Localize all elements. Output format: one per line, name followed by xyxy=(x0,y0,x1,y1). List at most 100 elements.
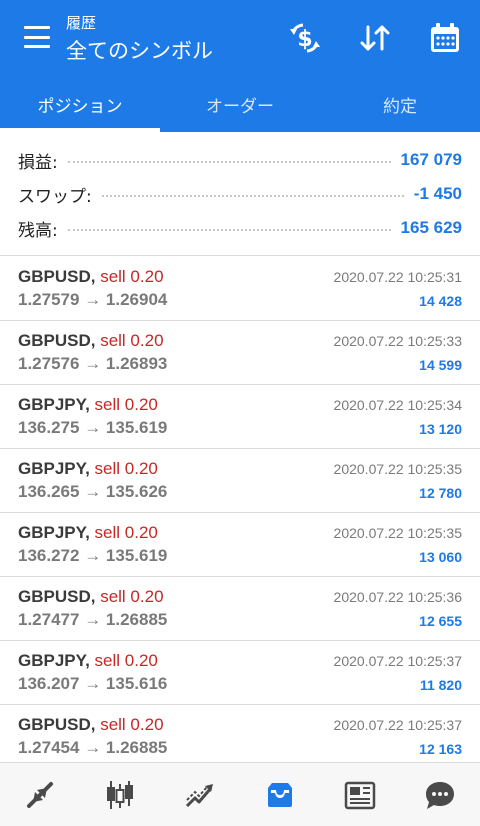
chat-icon xyxy=(426,781,454,809)
balance-row: 残高: 165 629 xyxy=(18,211,462,245)
position-symbol: GBPUSD, xyxy=(18,715,96,734)
position-profit: 12 655 xyxy=(419,613,462,629)
position-profit: 12 163 xyxy=(419,741,462,757)
svg-text:$: $ xyxy=(297,27,312,52)
current-price: 1.26904 xyxy=(105,290,168,309)
open-time: 2020.07.22 10:25:36 xyxy=(333,589,462,605)
position-side: sell 0.20 xyxy=(100,587,164,606)
position-symbol: GBPJPY, xyxy=(18,459,90,478)
nav-trade[interactable] xyxy=(160,763,240,826)
position-side: sell 0.20 xyxy=(100,267,164,286)
page-title[interactable]: 全てのシンボル xyxy=(66,35,213,65)
current-price: 1.26885 xyxy=(105,738,168,757)
position-row[interactable]: GBPUSD, sell 0.20 1.27576 → 1.26893 2020… xyxy=(0,321,480,385)
calendar-icon[interactable] xyxy=(427,20,463,56)
position-side: sell 0.20 xyxy=(94,523,158,542)
current-price: 135.619 xyxy=(105,418,168,437)
arrow-icon: → xyxy=(84,546,102,565)
tab-positions[interactable]: ポジション xyxy=(0,76,160,132)
position-row[interactable]: GBPUSD, sell 0.20 1.27454 → 1.26885 2020… xyxy=(0,705,480,769)
open-price: 1.27579 xyxy=(18,290,80,309)
page-subtitle: 履歴 xyxy=(66,14,97,32)
position-symbol: GBPUSD, xyxy=(18,331,96,350)
arrow-icon: → xyxy=(84,738,102,757)
position-side: sell 0.20 xyxy=(100,331,164,350)
nav-history[interactable] xyxy=(240,763,320,826)
profit-label: 損益: xyxy=(18,152,58,173)
open-time: 2020.07.22 10:25:33 xyxy=(333,333,462,349)
position-side: sell 0.20 xyxy=(100,715,164,734)
position-profit: 14 428 xyxy=(419,293,462,309)
arrow-icon: → xyxy=(84,418,102,437)
balance-label: 残高: xyxy=(18,220,58,241)
position-row[interactable]: GBPJPY, sell 0.20 136.265 → 135.626 2020… xyxy=(0,449,480,513)
position-symbol: GBPJPY, xyxy=(18,395,90,414)
current-price: 1.26893 xyxy=(105,354,168,373)
open-price: 1.27576 xyxy=(18,354,80,373)
menu-icon[interactable] xyxy=(24,26,50,48)
tab-deals[interactable]: 約定 xyxy=(320,76,480,132)
position-symbol: GBPJPY, xyxy=(18,651,90,670)
open-time: 2020.07.22 10:25:31 xyxy=(333,269,462,285)
candlestick-chart-icon xyxy=(107,780,133,809)
arrow-icon: → xyxy=(84,610,102,629)
bottom-navigation xyxy=(0,762,480,826)
open-price: 136.207 xyxy=(18,674,80,693)
app-bar: 履歴 全てのシンボル $ ポジション オーダー 約定 xyxy=(0,0,480,132)
position-symbol: GBPJPY, xyxy=(18,523,90,542)
tab-bar: ポジション オーダー 約定 xyxy=(0,76,480,132)
news-icon xyxy=(344,781,376,809)
current-price: 135.616 xyxy=(105,674,168,693)
nav-quotes[interactable] xyxy=(0,763,80,826)
tab-orders[interactable]: オーダー xyxy=(160,76,320,132)
profit-value: 167 079 xyxy=(400,150,462,169)
swap-value: -1 450 xyxy=(413,184,462,203)
open-time: 2020.07.22 10:25:34 xyxy=(333,397,462,413)
position-row[interactable]: GBPJPY, sell 0.20 136.272 → 135.619 2020… xyxy=(0,513,480,577)
open-price: 136.272 xyxy=(18,546,80,565)
position-symbol: GBPUSD, xyxy=(18,587,96,606)
nav-news[interactable] xyxy=(320,763,400,826)
open-price: 136.275 xyxy=(18,418,80,437)
position-symbol: GBPUSD, xyxy=(18,267,96,286)
position-profit: 14 599 xyxy=(419,357,462,373)
arrow-icon: → xyxy=(84,354,102,373)
position-profit: 12 780 xyxy=(419,485,462,501)
position-side: sell 0.20 xyxy=(94,395,158,414)
arrow-icon: → xyxy=(84,482,102,501)
arrow-icon: → xyxy=(84,674,102,693)
position-row[interactable]: GBPJPY, sell 0.20 136.275 → 135.619 2020… xyxy=(0,385,480,449)
current-price: 135.626 xyxy=(105,482,168,501)
dotted-leader xyxy=(101,195,404,197)
quotes-icon xyxy=(27,781,53,808)
position-row[interactable]: GBPUSD, sell 0.20 1.27477 → 1.26885 2020… xyxy=(0,577,480,641)
position-row[interactable]: GBPUSD, sell 0.20 1.27579 → 1.26904 2020… xyxy=(0,257,480,321)
swap-row: スワップ: -1 450 xyxy=(18,177,462,211)
balance-value: 165 629 xyxy=(400,218,462,237)
profit-row: 損益: 167 079 xyxy=(18,143,462,177)
position-side: sell 0.20 xyxy=(94,651,158,670)
dotted-leader xyxy=(67,229,391,231)
open-time: 2020.07.22 10:25:35 xyxy=(333,525,462,541)
position-profit: 13 120 xyxy=(419,421,462,437)
arrow-icon: → xyxy=(84,290,102,309)
nav-chat[interactable] xyxy=(400,763,480,826)
history-inbox-icon xyxy=(268,782,292,807)
open-price: 1.27477 xyxy=(18,610,80,629)
position-row[interactable]: GBPJPY, sell 0.20 136.207 → 135.616 2020… xyxy=(0,641,480,705)
sort-icon[interactable] xyxy=(357,20,393,56)
nav-charts[interactable] xyxy=(80,763,160,826)
position-side: sell 0.20 xyxy=(94,459,158,478)
open-price: 1.27454 xyxy=(18,738,80,757)
position-profit: 13 060 xyxy=(419,549,462,565)
open-time: 2020.07.22 10:25:37 xyxy=(333,653,462,669)
trade-icon xyxy=(185,783,213,807)
open-time: 2020.07.22 10:25:37 xyxy=(333,717,462,733)
dotted-leader xyxy=(67,161,391,163)
currency-exchange-icon[interactable]: $ xyxy=(287,20,323,56)
open-price: 136.265 xyxy=(18,482,80,501)
swap-label: スワップ: xyxy=(18,186,92,207)
positions-list: GBPUSD, sell 0.20 1.27579 → 1.26904 2020… xyxy=(0,257,480,769)
position-profit: 11 820 xyxy=(419,677,462,693)
current-price: 135.619 xyxy=(105,546,168,565)
